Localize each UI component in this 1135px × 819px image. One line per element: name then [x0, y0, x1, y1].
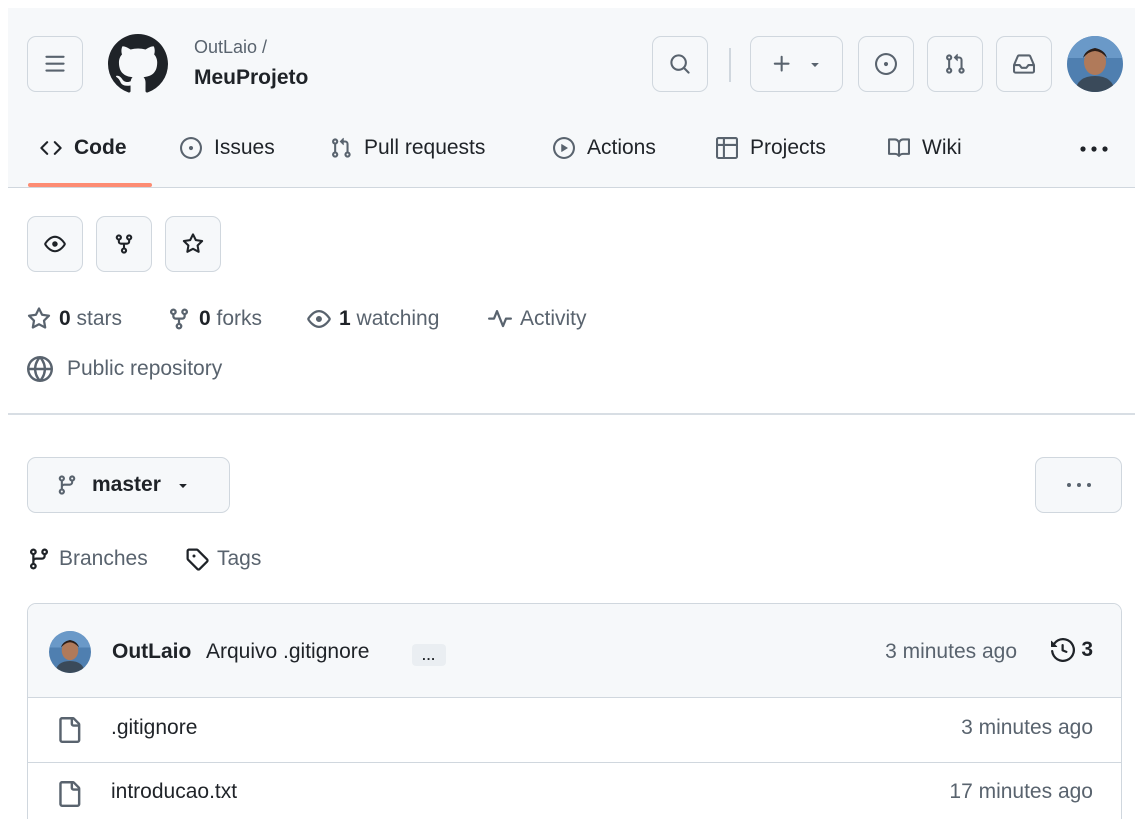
- pulse-icon: [488, 310, 512, 328]
- visibility-text: Public repository: [67, 357, 223, 380]
- commit-time: 3 minutes ago: [885, 640, 1017, 663]
- repo-header: OutLaio / MeuProjeto Code Issues Pull re…: [8, 8, 1135, 188]
- triangle-down-icon: [810, 63, 819, 67]
- kebab-horizontal-icon: [1066, 483, 1091, 487]
- forks-count: 0: [199, 307, 211, 330]
- watching-count: 1: [339, 307, 351, 330]
- plus-icon: [773, 55, 790, 72]
- watching-label: watching: [356, 307, 440, 330]
- code-icon: [40, 141, 62, 155]
- tab-issues-label: Issues: [214, 136, 275, 159]
- repo-owner-link[interactable]: OutLaio /: [194, 37, 267, 58]
- activity-label: Activity: [520, 307, 587, 330]
- more-tabs-button[interactable]: [1074, 134, 1114, 164]
- forks-link[interactable]: 0 forks: [167, 303, 262, 335]
- tab-projects-label: Projects: [750, 136, 826, 159]
- user-avatar[interactable]: [1067, 36, 1123, 92]
- tags-label: Tags: [217, 547, 262, 570]
- file-browser: OutLaio Arquivo .gitignore ... 3 minutes…: [27, 603, 1122, 819]
- file-name-link[interactable]: introducao.txt: [111, 780, 237, 804]
- globe-icon: [27, 356, 53, 382]
- latest-commit-row: OutLaio Arquivo .gitignore ... 3 minutes…: [28, 604, 1121, 698]
- commit-expand-button[interactable]: ...: [412, 644, 446, 666]
- notifications-button[interactable]: [996, 36, 1052, 92]
- file-commit-time: 3 minutes ago: [961, 716, 1093, 739]
- branches-link[interactable]: Branches: [27, 544, 148, 574]
- header-divider: [729, 48, 731, 82]
- fork-button[interactable]: [96, 216, 152, 272]
- triangle-down-icon: [179, 484, 187, 488]
- tab-projects[interactable]: Projects: [716, 128, 826, 168]
- tab-pull-requests[interactable]: Pull requests: [330, 128, 485, 168]
- stars-count: 0: [59, 307, 71, 330]
- git-pull-request-icon: [946, 53, 965, 74]
- play-icon: [553, 137, 575, 159]
- commit-message-link[interactable]: Arquivo .gitignore: [206, 640, 369, 664]
- watching-link[interactable]: 1 watching: [307, 303, 439, 335]
- tab-issues[interactable]: Issues: [180, 128, 275, 168]
- forks-label: forks: [216, 307, 263, 330]
- your-issues-button[interactable]: [858, 36, 914, 92]
- menu-button[interactable]: [27, 36, 83, 92]
- repo-name-link[interactable]: MeuProjeto: [194, 66, 308, 90]
- hamburger-icon: [45, 55, 65, 72]
- commit-author-avatar[interactable]: [49, 631, 91, 673]
- file-icon: [59, 781, 81, 807]
- your-pull-requests-button[interactable]: [927, 36, 983, 92]
- tag-icon: [186, 548, 209, 571]
- visibility-label: Public repository: [27, 353, 222, 385]
- git-branch-icon: [58, 475, 76, 495]
- file-name-link[interactable]: .gitignore: [111, 716, 197, 740]
- more-options-button[interactable]: [1035, 457, 1122, 513]
- kebab-horizontal-icon: [1080, 146, 1108, 152]
- eye-icon: [307, 310, 331, 328]
- commit-author-link[interactable]: OutLaio: [112, 640, 191, 664]
- file-commit-time: 17 minutes ago: [949, 780, 1093, 803]
- create-new-button[interactable]: [750, 36, 843, 92]
- section-divider: [8, 413, 1135, 415]
- search-button[interactable]: [652, 36, 708, 92]
- star-icon: [182, 233, 204, 253]
- issue-opened-icon: [180, 137, 202, 159]
- file-icon: [59, 717, 81, 743]
- book-icon: [888, 138, 910, 157]
- activity-link[interactable]: Activity: [488, 303, 587, 335]
- table-icon: [716, 137, 738, 159]
- repo-forked-icon: [115, 234, 133, 254]
- star-button[interactable]: [165, 216, 221, 272]
- commit-history-link[interactable]: 3: [1051, 638, 1093, 662]
- tab-pull-requests-label: Pull requests: [364, 136, 486, 159]
- stars-link[interactable]: 0 stars: [27, 303, 122, 335]
- git-branch-icon: [29, 548, 48, 570]
- branch-selector-button[interactable]: master: [27, 457, 230, 513]
- branches-label: Branches: [59, 547, 148, 570]
- tab-wiki[interactable]: Wiki: [888, 128, 962, 168]
- repo-forked-icon: [170, 308, 188, 330]
- selected-tab-underline: [28, 183, 152, 187]
- eye-icon: [44, 235, 66, 253]
- search-icon: [670, 54, 690, 74]
- inbox-icon: [1013, 54, 1035, 74]
- star-icon: [27, 307, 51, 329]
- file-row[interactable]: .gitignore 3 minutes ago: [28, 699, 1121, 763]
- tab-actions[interactable]: Actions: [553, 128, 656, 168]
- commit-count: 3: [1081, 638, 1093, 661]
- file-row[interactable]: introducao.txt 17 minutes ago: [28, 763, 1121, 819]
- current-branch-label: master: [92, 473, 161, 496]
- github-logo-icon[interactable]: [108, 34, 168, 94]
- watch-button[interactable]: [27, 216, 83, 272]
- history-icon: [1051, 638, 1076, 662]
- stars-label: stars: [76, 307, 123, 330]
- tags-link[interactable]: Tags: [185, 544, 261, 574]
- git-pull-request-icon: [332, 137, 351, 158]
- tab-actions-label: Actions: [587, 136, 656, 159]
- issue-opened-icon: [875, 53, 897, 75]
- tab-code[interactable]: Code: [40, 128, 127, 168]
- tab-code-label: Code: [74, 136, 127, 159]
- tab-wiki-label: Wiki: [922, 136, 962, 159]
